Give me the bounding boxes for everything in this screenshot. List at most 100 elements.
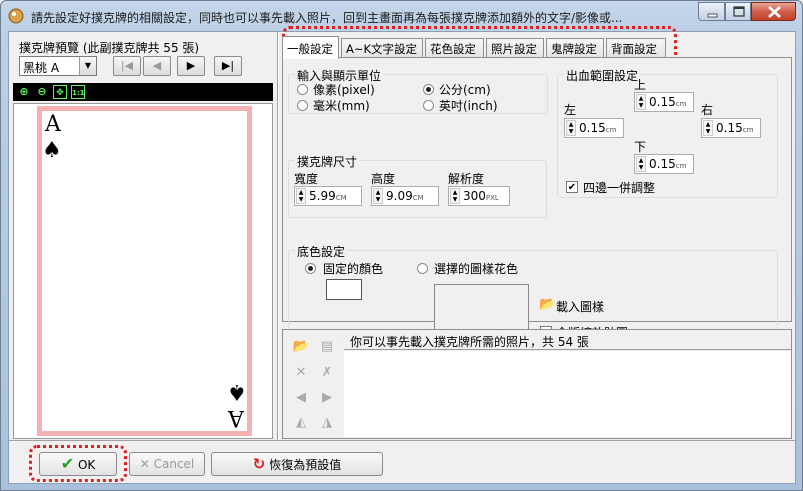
photo-list[interactable] [344, 351, 791, 437]
spin-arrows-icon[interactable]: ▲ ▼ [373, 188, 383, 204]
panel-divider [277, 32, 279, 440]
ok-button[interactable]: ✔ OK [39, 452, 117, 476]
bleed-top-input[interactable]: ▲ ▼ 0.15cm [634, 92, 694, 112]
bleed-bottom-input[interactable]: ▲ ▼ 0.15cm [634, 154, 694, 174]
background-group-title: 底色設定 [295, 243, 348, 260]
fit-window-icon[interactable]: ✥ [53, 85, 67, 99]
background-group: 底色設定 固定的顏色 選擇的圖樣花色 📂 載入圖樣 全版縮放貼圖 [288, 243, 778, 340]
adjust-all-checkbox[interactable]: ✔ [566, 181, 578, 193]
preview-header: 撲克牌預覽 (此副撲克牌共 55 張) [19, 41, 200, 55]
arrow-right-icon[interactable]: ▶ [318, 389, 336, 407]
fixed-color-radio[interactable] [305, 263, 316, 274]
bleed-top-unit: cm [675, 100, 687, 108]
bleed-right-unit: cm [742, 126, 754, 134]
flip-horizontal-icon[interactable]: ◭ [292, 414, 310, 432]
bleed-left-label: 左 [564, 103, 577, 117]
tab-back[interactable]: 背面設定 [606, 38, 666, 58]
photo-panel: 📂 ▤ ✕ ✗ ◀ ▶ ◭ ◮ 你可以事先載入撲克牌所需的照片，共 54 張 [282, 329, 792, 439]
unit-pixel-radio[interactable] [297, 84, 308, 95]
arrow-left-icon[interactable]: ◀ [292, 389, 310, 407]
close-icon [768, 6, 781, 18]
spin-arrows-icon[interactable]: ▲ ▼ [296, 188, 306, 204]
bleed-bottom-unit: cm [675, 162, 687, 170]
spin-arrows-icon[interactable]: ▲ ▼ [450, 188, 460, 204]
tab-joker[interactable]: 鬼牌設定 [546, 38, 604, 58]
bleed-group-title: 出血範圍設定 [564, 67, 641, 84]
background-color-swatch[interactable] [326, 279, 362, 300]
cancel-button[interactable]: ✕ Cancel [129, 452, 205, 476]
card-height-label: 高度 [371, 172, 396, 186]
close-button[interactable] [751, 2, 796, 21]
bleed-right-input[interactable]: ▲ ▼ 0.15cm [701, 118, 761, 138]
folder-open-icon[interactable]: 📂 [539, 297, 555, 312]
unit-inch-radio[interactable] [423, 100, 434, 111]
card-preview: A ♠ ♠ A [37, 106, 252, 436]
card-height-value: 9.09 [386, 189, 413, 203]
tab-suit[interactable]: 花色設定 [425, 38, 484, 58]
card-width-value: 5.99 [309, 189, 336, 203]
refresh-icon: ↻ [252, 455, 266, 473]
bleed-right-value: 0.15 [716, 121, 743, 135]
minimize-icon [707, 13, 718, 18]
spin-arrows-icon[interactable]: ▲ ▼ [703, 120, 713, 136]
pattern-preview[interactable] [434, 284, 529, 335]
unit-inch-label: 英吋(inch) [439, 99, 498, 113]
tab-general[interactable]: 一般設定 [282, 36, 339, 59]
tab-a-k-text[interactable]: A~K文字設定 [341, 38, 423, 58]
zoom-out-icon[interactable]: ⊖ [35, 85, 49, 99]
card-height-unit: CM [412, 194, 424, 202]
unit-mm-label: 毫米(mm) [313, 99, 370, 113]
unit-pixel-label: 像素(pixel) [313, 83, 375, 97]
spin-arrows-icon[interactable]: ▲ ▼ [636, 94, 646, 110]
spin-arrows-icon[interactable]: ▲ ▼ [636, 156, 646, 172]
tab-general-page: 輸入與顯示單位 像素(pixel) 公分(cm) 毫米(mm) 英吋(inch)… [282, 57, 792, 340]
bleed-group: 出血範圍設定 上 ▲ ▼ 0.15cm 左 ▲ ▼ 0.15cm 右 ▲ ▼ 0.15… [557, 67, 778, 198]
tab-photo[interactable]: 照片設定 [486, 38, 544, 58]
dpi-label: 解析度 [448, 172, 485, 186]
delete-icon[interactable]: ✕ [292, 364, 310, 382]
spade-icon: ♠ [42, 138, 62, 163]
dialog-window: 請先設定好撲克牌的相關設定，同時也可以事先載入照片，回到主畫面再為每張撲克牌添加… [0, 0, 803, 491]
card-width-input[interactable]: ▲ ▼ 5.99CM [294, 186, 362, 206]
import-icon[interactable]: ▤ [318, 338, 336, 356]
prev-card-button[interactable]: ◀ [143, 56, 171, 76]
spin-arrows-icon[interactable]: ▲ ▼ [566, 120, 576, 136]
adjust-all-label: 四邊一併調整 [583, 181, 656, 195]
actual-size-icon[interactable]: 1:1 [71, 85, 85, 99]
maximize-icon [733, 6, 745, 17]
fixed-color-label: 固定的顏色 [323, 262, 384, 276]
bleed-left-value: 0.15 [579, 121, 606, 135]
load-pattern-label[interactable]: 載入圖樣 [556, 298, 604, 315]
delete-all-icon[interactable]: ✗ [318, 364, 336, 382]
flip-vertical-icon[interactable]: ◮ [318, 414, 336, 432]
title-bar[interactable]: 請先設定好撲克牌的相關設定，同時也可以事先載入照片，回到主畫面再為每張撲克牌添加… [1, 1, 802, 31]
unit-mm-radio[interactable] [297, 100, 308, 111]
restore-defaults-button[interactable]: ↻ 恢復為預設值 [211, 452, 383, 476]
checkmark-icon: ✔ [60, 454, 75, 473]
next-card-button[interactable]: ▶ [177, 56, 205, 76]
zoom-in-icon[interactable]: ⊕ [17, 85, 31, 99]
minimize-button[interactable] [698, 2, 725, 21]
zoom-toolbar: ⊕ ⊖ ✥ 1:1 [13, 83, 273, 101]
card-rank-bottom: A [228, 405, 244, 430]
folder-open-icon[interactable]: 📂 [292, 338, 310, 356]
card-width-unit: CM [335, 194, 347, 202]
bleed-left-input[interactable]: ▲ ▼ 0.15cm [564, 118, 624, 138]
maximize-button[interactable] [725, 2, 751, 21]
card-select-value: 黑桃 A [23, 61, 60, 75]
pattern-radio[interactable] [417, 263, 428, 274]
card-select[interactable]: 黑桃 A ▼ [19, 56, 97, 76]
card-height-input[interactable]: ▲ ▼ 9.09CM [371, 186, 439, 206]
last-card-button[interactable]: ▶| [214, 56, 242, 76]
bleed-left-unit: cm [605, 126, 617, 134]
chevron-down-icon[interactable]: ▼ [79, 57, 96, 75]
first-card-button[interactable]: |◀ [113, 56, 141, 76]
spade-icon-bottom: ♠ [227, 379, 247, 404]
dpi-unit: PXL [485, 194, 499, 202]
bleed-right-label: 右 [701, 103, 714, 117]
dpi-input[interactable]: ▲ ▼ 300PXL [448, 186, 510, 206]
dpi-value: 300 [463, 189, 486, 203]
cancel-icon: ✕ [139, 457, 150, 471]
unit-cm-radio[interactable] [423, 84, 434, 95]
bleed-bottom-label: 下 [634, 140, 647, 154]
